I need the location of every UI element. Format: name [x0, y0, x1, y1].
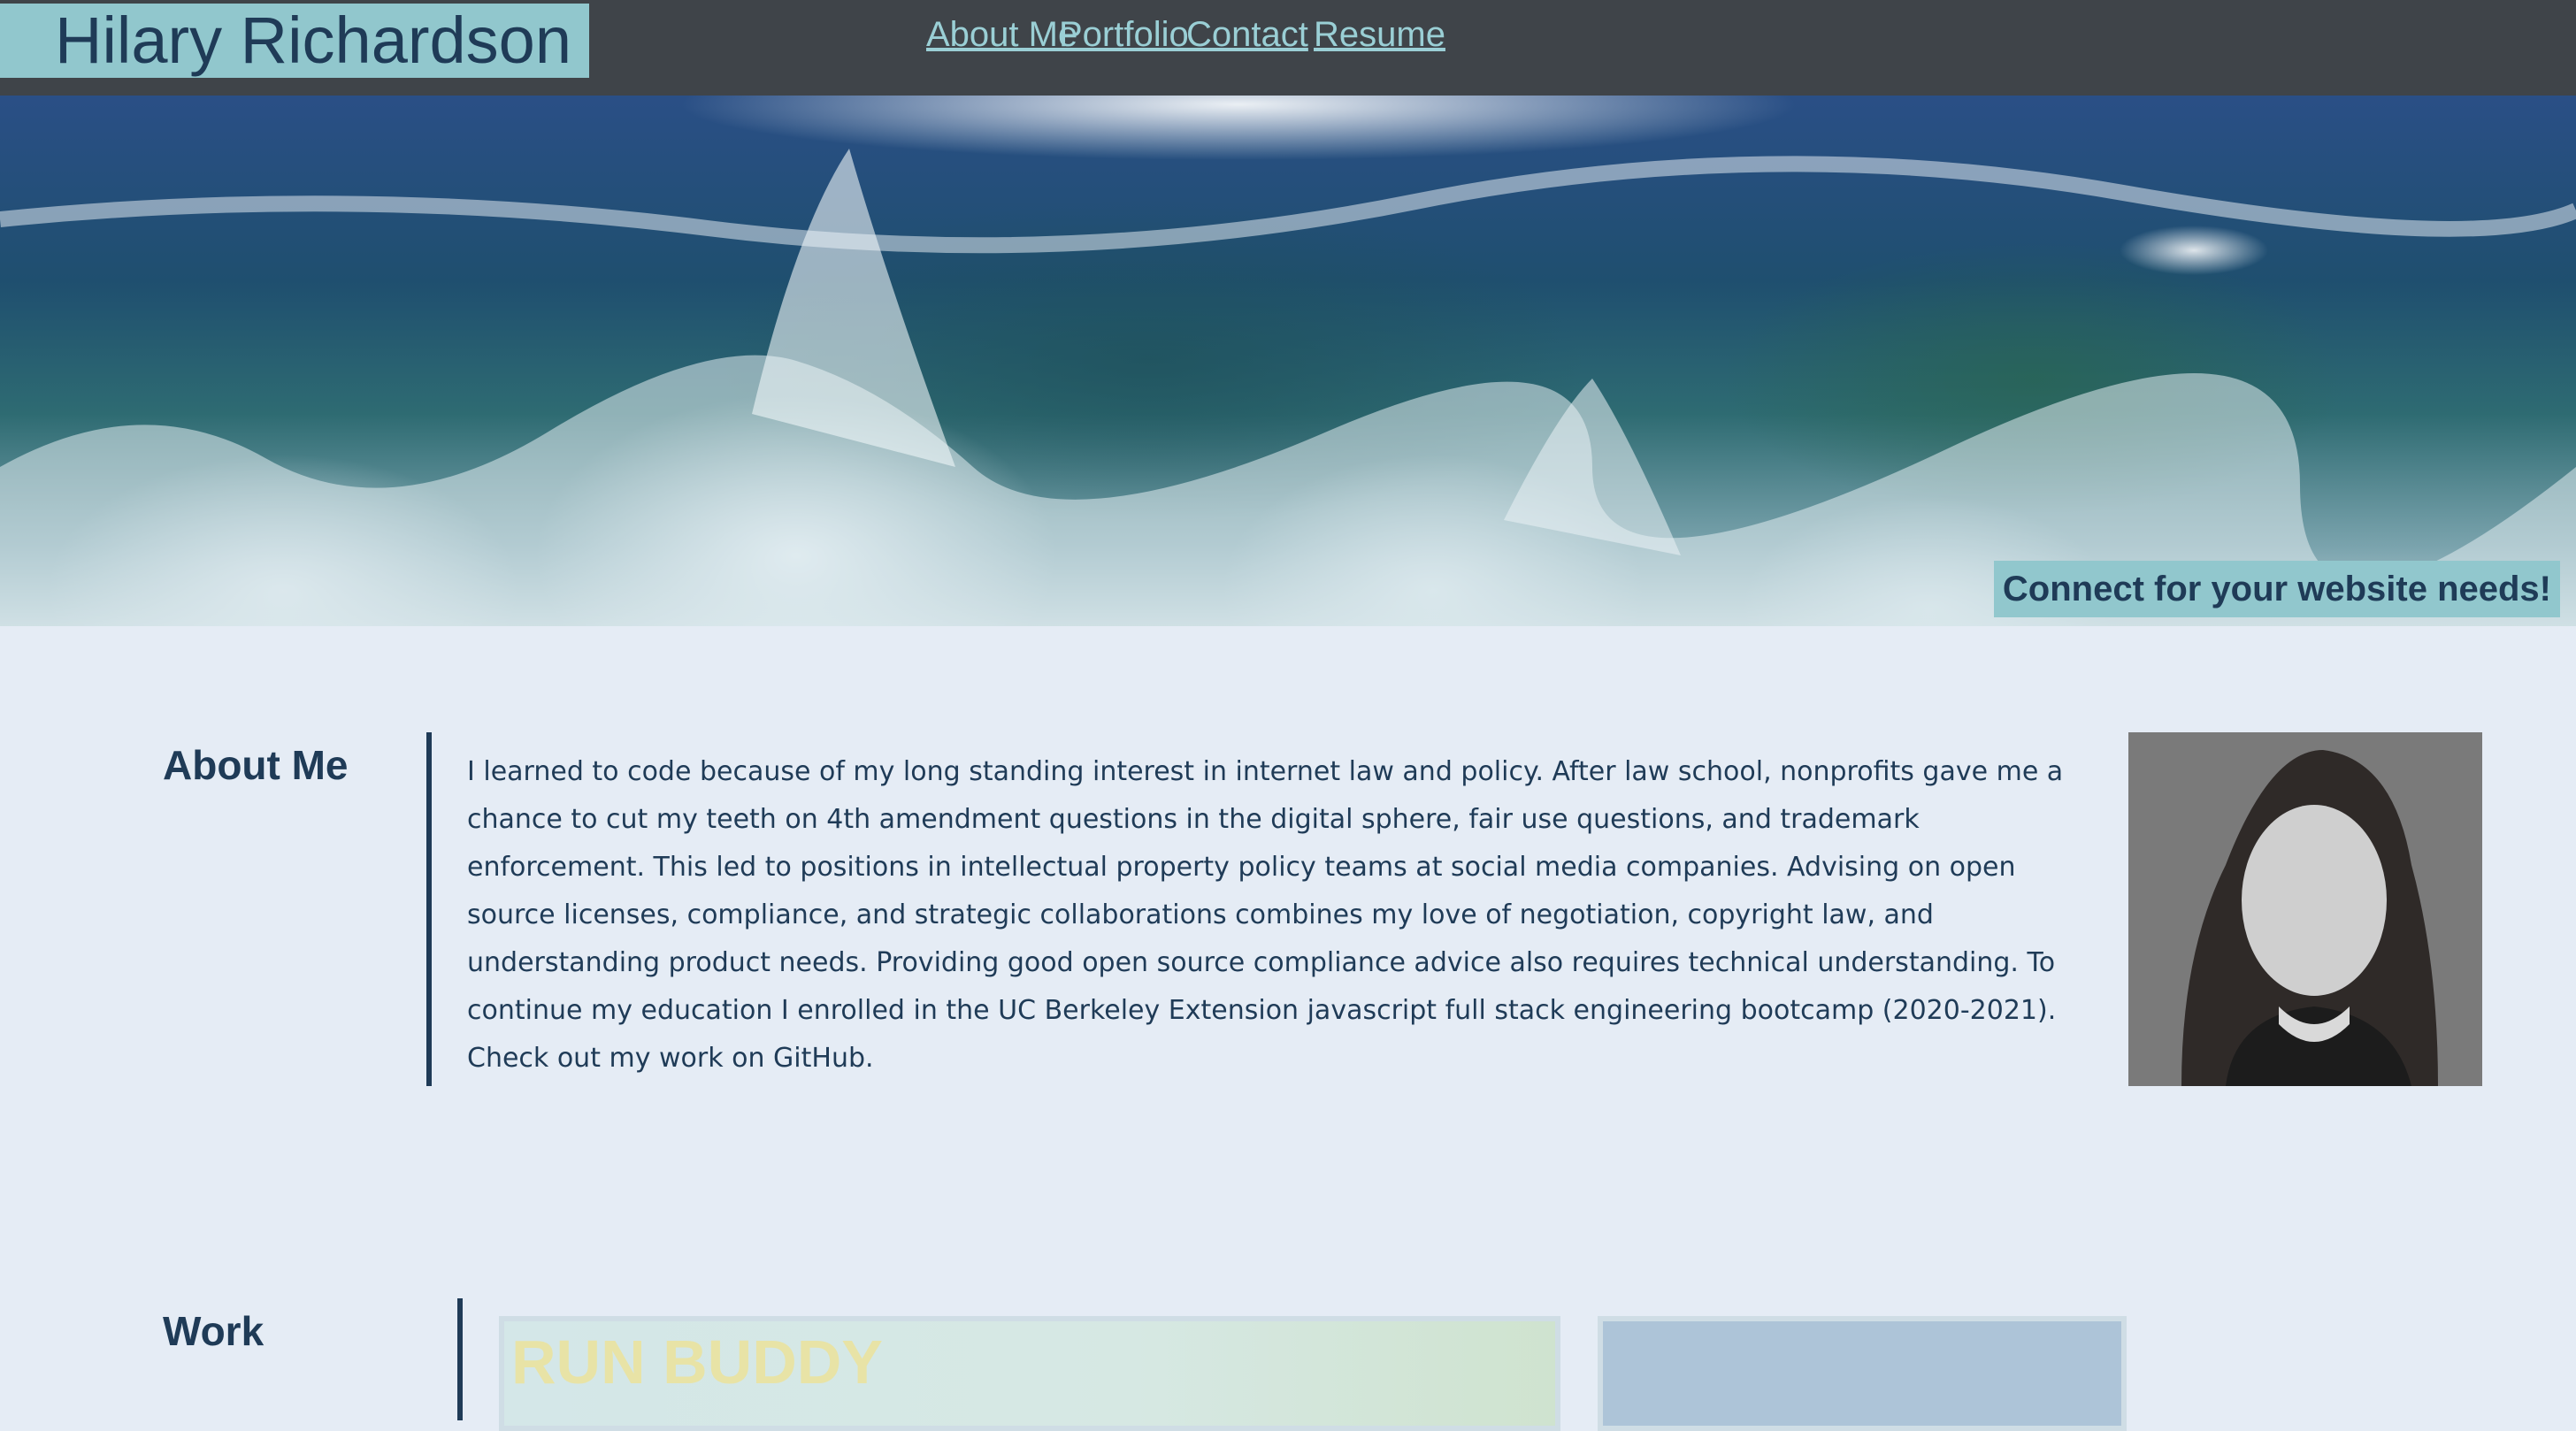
work-divider — [457, 1298, 463, 1420]
project-card[interactable] — [1598, 1316, 2127, 1431]
about-text: I learned to code because of my long sta… — [467, 756, 2064, 1074]
site-header: Hilary Richardson About Me Portfolio Con… — [0, 0, 2576, 96]
work-heading: Work — [163, 1308, 264, 1354]
nav-link-about-me[interactable]: About Me — [926, 12, 1077, 57]
profile-photo — [2128, 732, 2482, 1086]
hero-cta-banner[interactable]: Connect for your website needs! — [1993, 561, 2560, 617]
nav-link-resume[interactable]: Resume — [1314, 12, 1445, 57]
wave-splash-graphic — [0, 149, 2576, 626]
about-divider — [426, 732, 432, 1086]
site-title[interactable]: Hilary Richardson — [0, 4, 589, 78]
hero-banner-image: Connect for your website needs! — [0, 96, 2576, 626]
nav-link-contact[interactable]: Contact — [1186, 12, 1308, 57]
nav-link-portfolio[interactable]: Portfolio — [1059, 12, 1189, 57]
project-card-title: RUN BUDDY — [511, 1328, 883, 1397]
portrait-silhouette — [2128, 732, 2482, 1086]
about-heading: About Me — [163, 742, 349, 788]
project-card-run-buddy[interactable]: RUN BUDDY — [499, 1316, 1560, 1431]
